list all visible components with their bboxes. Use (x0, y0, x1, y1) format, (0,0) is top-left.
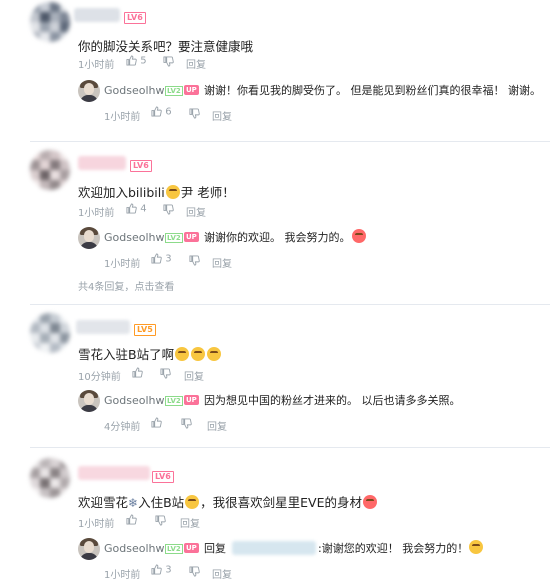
divider (30, 304, 550, 305)
reply-time: 1小时前 (104, 112, 141, 123)
reply-button[interactable]: 回复 (212, 255, 232, 270)
level-badge: LV5 (134, 324, 156, 336)
view-more-replies-link[interactable]: 共4条回复，点击查看 (78, 278, 174, 293)
shocked-emoji-icon (207, 347, 222, 361)
thumbs-down-icon[interactable] (160, 368, 171, 379)
thumbs-down-icon[interactable] (189, 108, 200, 119)
shocked-emoji-icon (165, 185, 180, 199)
up-badge: UP (184, 395, 199, 405)
like-count: 5 (140, 55, 147, 67)
thumbs-up-icon (151, 564, 162, 575)
level-badge: LV2 (165, 544, 183, 554)
username-blurred[interactable] (74, 8, 120, 22)
comment-time: 1小时前 (78, 60, 115, 71)
heart-eyes-emoji-icon (351, 229, 366, 243)
reply-button[interactable]: 回复 (186, 56, 206, 71)
avatar[interactable] (78, 227, 100, 249)
like-button[interactable]: 6 (151, 106, 172, 118)
thumbs-down-icon[interactable] (163, 204, 174, 215)
like-button[interactable]: 3 (151, 253, 172, 265)
reply-button[interactable]: 回复 (180, 515, 200, 530)
up-badge: UP (184, 85, 199, 95)
like-button[interactable]: 5 (126, 55, 147, 67)
thumbs-up-icon (151, 417, 162, 428)
reply-text: 谢谢！你看见我的脚受伤了。 但是能见到粉丝们真的很幸福！ 谢谢。 (204, 84, 541, 97)
snowflake-icon: ❄ (128, 496, 139, 510)
reply-username[interactable]: Godseolhwa (104, 542, 171, 555)
level-badge: LV6 (130, 160, 152, 172)
divider (30, 141, 550, 142)
mentioned-username-blurred[interactable] (232, 541, 316, 555)
avatar[interactable] (30, 458, 70, 498)
thumbs-down-icon[interactable] (155, 515, 166, 526)
reply-username[interactable]: Godseolhwa (104, 84, 171, 97)
username-blurred[interactable] (78, 466, 150, 480)
level-badge: LV2 (165, 396, 183, 406)
comment-time: 10分钟前 (78, 372, 121, 383)
thumbs-down-icon[interactable] (181, 418, 192, 429)
thumbs-up-icon (132, 367, 143, 378)
thumbs-up-icon (126, 203, 137, 214)
level-badge: LV6 (152, 471, 174, 483)
comment-time: 1小时前 (78, 208, 115, 219)
like-count: 3 (165, 564, 172, 576)
reply-button[interactable]: 回复 (212, 566, 232, 581)
reply-button[interactable]: 回复 (212, 108, 232, 123)
up-badge: UP (184, 543, 199, 553)
reply-username[interactable]: Godseolhwa (104, 394, 171, 407)
reply-text: 谢谢你的欢迎。 我会努力的。 (204, 229, 367, 245)
comment-text: 欢迎雪花❄入住B站 ，我很喜欢剑星里EVE的身材 (78, 492, 378, 511)
up-badge: UP (184, 232, 199, 242)
avatar[interactable] (78, 390, 100, 412)
level-badge: LV2 (165, 233, 183, 243)
divider (30, 447, 550, 448)
thumbs-up-icon (126, 514, 137, 525)
like-button[interactable] (132, 367, 143, 379)
like-button[interactable] (151, 417, 162, 429)
avatar[interactable] (30, 150, 70, 190)
reply-button[interactable]: 回复 (184, 368, 204, 383)
reply-text: 因为想见中国的粉丝才进来的。 以后也请多多关照。 (204, 394, 461, 407)
like-count: 4 (140, 203, 147, 215)
reply-time: 1小时前 (104, 259, 141, 270)
like-count: 6 (165, 106, 172, 118)
like-button[interactable]: 3 (151, 564, 172, 576)
comment-text: 欢迎加入bilibili 尹 老师！ (78, 185, 235, 200)
reply-time: 1小时前 (104, 570, 141, 581)
thumbs-down-icon[interactable] (189, 566, 200, 577)
avatar[interactable] (78, 80, 100, 102)
shocked-emoji-icon (185, 495, 200, 509)
thumbs-up-icon (151, 253, 162, 264)
heart-eyes-emoji-icon (363, 495, 378, 509)
thumbs-up-icon (126, 55, 137, 66)
level-badge: LV2 (165, 86, 183, 96)
reply-button[interactable]: 回复 (207, 418, 227, 433)
shocked-emoji-icon (191, 347, 206, 361)
like-button[interactable] (126, 514, 137, 526)
thumbs-up-icon (151, 106, 162, 117)
thumbs-down-icon[interactable] (163, 56, 174, 67)
comment-time: 1小时前 (78, 519, 115, 530)
reply-prefix: 回复 (204, 542, 226, 555)
avatar[interactable] (78, 538, 100, 560)
avatar[interactable] (30, 313, 70, 353)
reply-text: :谢谢您的欢迎！ 我会努力的！ (318, 540, 484, 556)
like-count: 3 (165, 253, 172, 265)
like-button[interactable]: 4 (126, 203, 147, 215)
reply-time: 4分钟前 (104, 422, 141, 433)
avatar[interactable] (30, 2, 70, 42)
shocked-emoji-icon (175, 347, 190, 361)
reply-username[interactable]: Godseolhwa (104, 231, 171, 244)
thumbs-down-icon[interactable] (189, 255, 200, 266)
reply-button[interactable]: 回复 (186, 204, 206, 219)
level-badge: LV6 (124, 12, 146, 24)
username-blurred[interactable] (78, 156, 126, 170)
username-blurred[interactable] (76, 320, 130, 334)
comment-text: 雪花入驻B站了啊 (78, 344, 222, 363)
shocked-emoji-icon (469, 540, 484, 554)
comment-text: 你的脚没关系吧？要注意健康哦 (78, 39, 254, 54)
